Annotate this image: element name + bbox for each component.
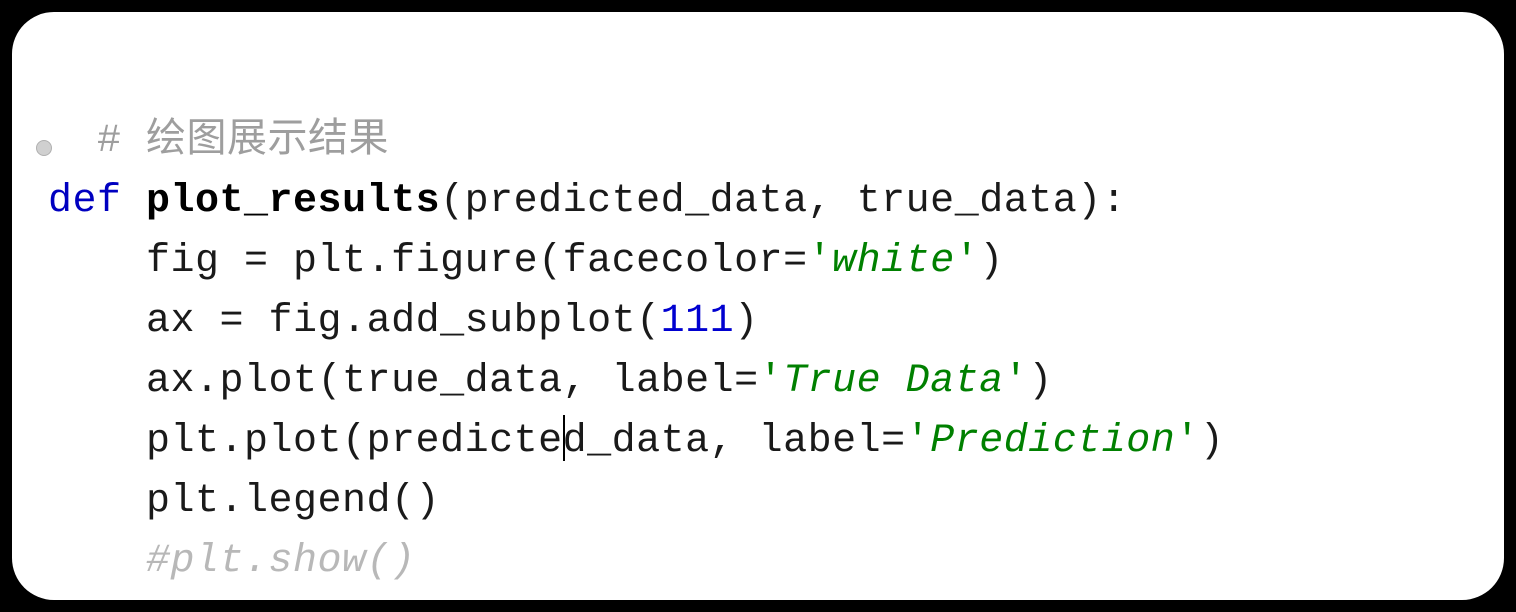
code-line-4: ax = fig.add_subplot(111)	[48, 299, 759, 344]
equals: =	[220, 299, 245, 344]
code-line-3: fig = plt.figure(facecolor='white')	[48, 239, 1004, 284]
call-figure: plt.figure(facecolor	[269, 239, 784, 284]
string-prediction: Prediction	[930, 419, 1175, 464]
function-name: plot_results	[146, 179, 440, 224]
keyword-def: def	[48, 179, 122, 224]
quote: '	[808, 239, 833, 284]
paren-open: (	[440, 179, 465, 224]
call-pltplot-a: plt.plot(predicte	[146, 419, 563, 464]
quote: '	[1004, 359, 1029, 404]
code-line-8: #plt.show()	[48, 539, 416, 584]
ident-fig: fig	[146, 239, 244, 284]
string-filename-b-squiggle: g	[759, 599, 784, 600]
paren-close: )	[808, 599, 833, 600]
code-editor[interactable]: # 绘图展示结果 def plot_results(predicted_data…	[12, 12, 1504, 600]
code-line-9: plt.savefig('results_2.png')	[48, 599, 832, 600]
call-pltplot-b: d_data, label	[563, 419, 882, 464]
paren-close: )	[1028, 359, 1053, 404]
quote: '	[783, 599, 808, 600]
code-line-7: plt.legend()	[48, 479, 440, 524]
ident-ax: ax	[146, 299, 220, 344]
code-line-2: def plot_results(predicted_data, true_da…	[48, 179, 1126, 224]
equals: =	[734, 359, 759, 404]
string-white: white	[832, 239, 955, 284]
commented-out-show: #plt.show()	[146, 539, 416, 584]
quote: '	[1175, 419, 1200, 464]
quote: '	[440, 599, 465, 600]
param-2: true_data	[857, 179, 1078, 224]
code-line-5: ax.plot(true_data, label='True Data')	[48, 359, 1053, 404]
equals: =	[881, 419, 906, 464]
comma: ,	[808, 179, 857, 224]
editor-frame: # 绘图展示结果 def plot_results(predicted_data…	[12, 12, 1504, 600]
code-line-6: plt.plot(predicted_data, label='Predicti…	[48, 419, 1224, 464]
paren-close: )	[979, 239, 1004, 284]
comment-text: # 绘图展示结果	[97, 119, 389, 164]
param-1: predicted_data	[465, 179, 808, 224]
paren-close: )	[1200, 419, 1225, 464]
call-legend: plt.legend()	[146, 479, 440, 524]
paren-close: )	[734, 299, 759, 344]
call-axplot: ax.plot(true_data, label	[146, 359, 734, 404]
number-111: 111	[661, 299, 735, 344]
equals-2: =	[783, 239, 808, 284]
string-true-data: True Data	[783, 359, 1004, 404]
gutter-breakpoint-marker[interactable]	[36, 140, 52, 156]
string-filename-a: results_2.pn	[465, 599, 759, 600]
code-line-1: # 绘图展示结果	[48, 119, 389, 164]
quote: '	[955, 239, 980, 284]
equals: =	[244, 239, 269, 284]
quote: '	[906, 419, 931, 464]
paren-close-colon: ):	[1077, 179, 1126, 224]
call-addsubplot: fig.add_subplot(	[244, 299, 661, 344]
quote: '	[759, 359, 784, 404]
call-savefig: plt.savefig(	[146, 599, 440, 600]
